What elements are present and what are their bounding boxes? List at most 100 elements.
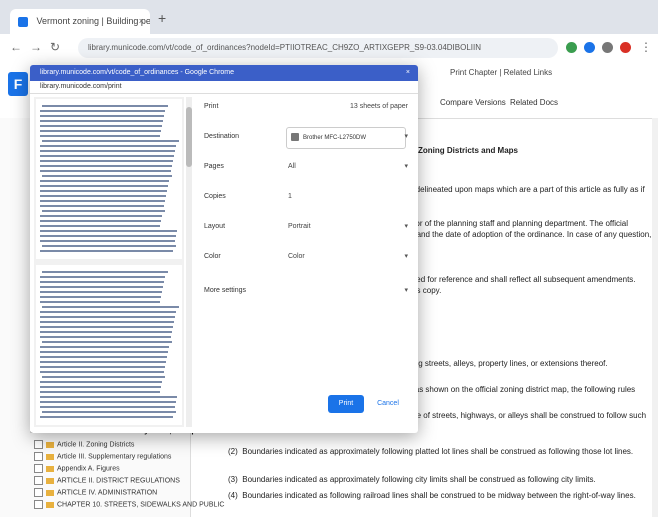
preview-text-line [40, 250, 173, 252]
preview-text-line [40, 170, 171, 172]
preview-text-line [40, 356, 167, 358]
extension-icon[interactable] [584, 42, 595, 53]
setting-color[interactable]: Color Color ▾ [200, 247, 412, 267]
toc-item[interactable]: ARTICLE IV. ADMINISTRATION [34, 488, 157, 497]
setting-copies: Copies 1 [204, 193, 292, 200]
preview-text-line [40, 165, 172, 167]
preview-text-line [40, 215, 162, 217]
close-icon[interactable]: × [406, 65, 410, 81]
menu-item[interactable]: Related Docs [510, 98, 558, 107]
preview-text-line [40, 291, 162, 293]
color-select[interactable]: Color [288, 253, 305, 260]
preview-text-line [40, 180, 169, 182]
preview-text-line [40, 150, 175, 152]
chevron-down-icon[interactable]: ▾ [404, 132, 408, 140]
list-item: (3) Boundaries indicated as approximatel… [228, 475, 596, 484]
preview-text-line [42, 105, 168, 107]
forward-button[interactable]: → [30, 40, 42, 54]
checkbox-icon[interactable] [34, 452, 43, 461]
scroll-thumb[interactable] [186, 107, 192, 167]
preview-text-line [42, 175, 172, 177]
chevron-down-icon[interactable]: ▾ [404, 162, 408, 170]
preview-text-line [40, 235, 176, 237]
checkbox-icon[interactable] [34, 440, 43, 449]
chevron-down-icon[interactable]: ▾ [404, 286, 408, 294]
pages-select[interactable]: All [288, 163, 296, 170]
browser-tab[interactable]: Vermont zoning | Building permit × [10, 9, 150, 34]
checkbox-icon[interactable] [34, 488, 43, 497]
preview-text-line [40, 321, 174, 323]
doc-title: Print Chapter | Related Links [450, 68, 553, 77]
preview-text-line [40, 386, 161, 388]
extension-icon[interactable] [620, 42, 631, 53]
toc-item[interactable]: Article III. Supplementary regulations [34, 452, 171, 461]
preview-text-line [42, 341, 172, 343]
toc-item[interactable]: Appendix A. Figures [34, 464, 120, 473]
preview-text-line [40, 326, 173, 328]
preview-text-line [40, 120, 163, 122]
preview-text-line [42, 376, 165, 378]
preview-text-line [40, 381, 162, 383]
setting-destination: Destination Brother MFC-L2750DW ▾ [200, 127, 412, 149]
preview-page [36, 265, 182, 425]
checkbox-icon[interactable] [34, 500, 43, 509]
print-dialog: library.municode.com/vt/code_of_ordinanc… [30, 65, 418, 433]
reload-button[interactable]: ↻ [50, 40, 60, 54]
folder-icon [46, 465, 54, 472]
toc-item[interactable]: Article II. Zoning Districts [34, 440, 134, 449]
preview-text-line [40, 416, 173, 418]
folder-icon [46, 441, 54, 448]
page-scrollbar[interactable] [652, 118, 658, 517]
printer-icon [291, 133, 299, 142]
site-favicon-icon [18, 16, 28, 27]
browser-toolbar: ← → ↻ library.municode.com/vt/code_of_or… [0, 34, 658, 63]
print-button[interactable]: Print [328, 395, 364, 413]
chevron-down-icon[interactable]: ▾ [404, 222, 408, 230]
extension-icon[interactable] [566, 42, 577, 53]
tab-title: Vermont zoning | Building permit [36, 16, 150, 26]
tab-bar: Vermont zoning | Building permit × + [0, 0, 658, 34]
destination-select[interactable]: Brother MFC-L2750DW [286, 127, 406, 149]
preview-text-line [42, 140, 179, 142]
checkbox-icon[interactable] [34, 476, 43, 485]
toc-item[interactable]: CHAPTER 10. STREETS, SIDEWALKS AND PUBLI… [34, 500, 224, 509]
browser-menu-icon[interactable]: ⋮ [640, 40, 652, 54]
folder-icon [46, 453, 54, 460]
folder-icon [46, 489, 54, 496]
back-button[interactable]: ← [10, 40, 22, 54]
preview-text-line [40, 301, 160, 303]
profile-avatar-icon[interactable] [602, 42, 613, 53]
preview-text-line [40, 316, 175, 318]
preview-text-line [40, 195, 166, 197]
toc-item[interactable]: ARTICLE II. DISTRICT REGULATIONS [34, 476, 180, 485]
chevron-down-icon[interactable]: ▾ [404, 252, 408, 260]
preview-text-line [40, 361, 166, 363]
setting-layout[interactable]: Layout Portrait ▾ [200, 217, 412, 237]
dialog-titlebar: library.municode.com/vt/code_of_ordinanc… [30, 65, 418, 81]
menu-item[interactable]: Compare Versions [440, 98, 506, 107]
setting-more[interactable]: More settings ▾ [200, 281, 412, 301]
preview-text-line [40, 240, 175, 242]
preview-text-line [40, 351, 168, 353]
checkbox-icon[interactable] [34, 464, 43, 473]
preview-text-line [42, 245, 176, 247]
preview-text-line [42, 411, 176, 413]
dialog-url: library.municode.com/print [30, 81, 418, 94]
preview-text-line [40, 190, 167, 192]
cancel-button[interactable]: Cancel [370, 395, 406, 413]
preview-text-line [40, 286, 163, 288]
print-settings: Print 13 sheets of paper Destination Bro… [200, 97, 412, 427]
print-preview [34, 97, 184, 427]
address-bar[interactable]: library.municode.com/vt/code_of_ordinanc… [78, 38, 558, 58]
preview-text-line [40, 200, 165, 202]
preview-text-line [40, 160, 173, 162]
preview-text-line [40, 336, 171, 338]
tab-close-icon[interactable]: × [139, 9, 144, 34]
new-tab-button[interactable]: + [158, 10, 166, 26]
preview-text-line [40, 371, 164, 373]
layout-select[interactable]: Portrait [288, 223, 311, 230]
copies-input[interactable]: 1 [288, 193, 292, 200]
setting-pages[interactable]: Pages All ▾ [200, 157, 412, 177]
preview-text-line [40, 230, 177, 232]
preview-scrollbar[interactable] [186, 97, 192, 427]
